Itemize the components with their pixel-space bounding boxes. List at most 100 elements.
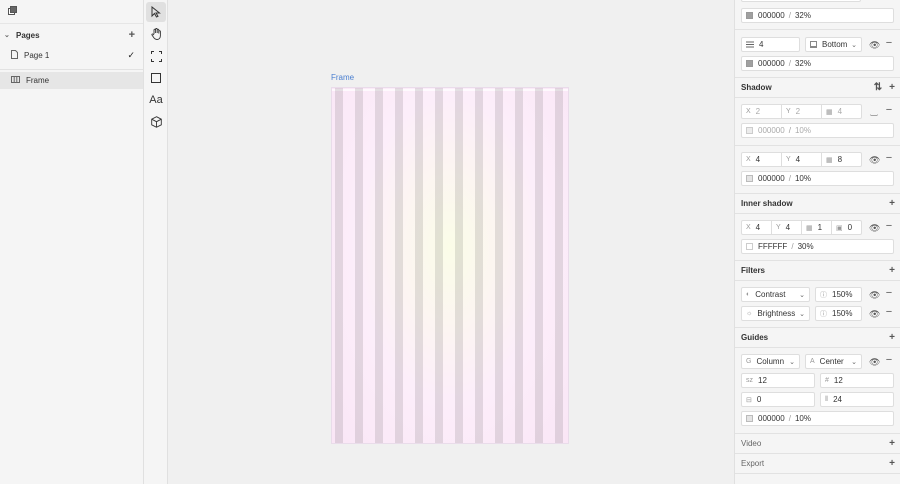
component-tool[interactable] bbox=[146, 112, 166, 132]
guide-type-select[interactable]: G Column ⌄ bbox=[741, 354, 800, 369]
eye-icon[interactable]: 👁 bbox=[869, 309, 880, 320]
add-video-icon[interactable]: + bbox=[889, 438, 895, 449]
chevron-down-icon[interactable]: ⌄ bbox=[4, 31, 12, 39]
inner-shadow-title: Inner shadow bbox=[741, 198, 793, 208]
color-swatch[interactable] bbox=[746, 243, 753, 250]
guide-column bbox=[535, 88, 543, 443]
eye-icon[interactable]: 👁 bbox=[869, 290, 880, 301]
filter-value-field[interactable]: ⓘ 150% bbox=[815, 287, 862, 302]
text-tool[interactable]: Aa bbox=[146, 90, 166, 110]
blur-icon: ▦ bbox=[806, 224, 813, 232]
guide-align-select[interactable]: A Center ⌄ bbox=[805, 354, 862, 369]
inner-shadow-x-value: 4 bbox=[755, 223, 761, 232]
hand-tool[interactable] bbox=[146, 24, 166, 44]
filter-value-field[interactable]: ⓘ 150% bbox=[815, 306, 862, 321]
remove-icon[interactable]: − bbox=[884, 37, 894, 49]
inner-shadow-blur-field[interactable]: ▦ 1 bbox=[801, 220, 832, 235]
guide-count-field[interactable]: # 12 bbox=[820, 373, 894, 388]
frame-tool[interactable] bbox=[146, 46, 166, 66]
color-swatch[interactable] bbox=[746, 12, 753, 19]
remove-icon[interactable]: − bbox=[884, 220, 894, 232]
eye-icon[interactable]: 👁 bbox=[869, 40, 880, 51]
shadow-y-field[interactable]: Y 2 bbox=[781, 104, 822, 119]
section-divider bbox=[735, 347, 900, 348]
shadow-x-field[interactable]: X 2 bbox=[741, 104, 782, 119]
shadow-title: Shadow bbox=[741, 82, 772, 92]
opacity-value: 30% bbox=[797, 242, 814, 251]
add-shadow-icon[interactable]: + bbox=[889, 82, 895, 93]
panel-topbar bbox=[0, 0, 143, 24]
guide-margin-value: 0 bbox=[756, 395, 762, 404]
eye-icon[interactable]: 👁 bbox=[869, 357, 880, 368]
shadow-y-value: 2 bbox=[795, 107, 801, 116]
opacity-value: 10% bbox=[794, 414, 811, 423]
color-hex: 000000 bbox=[758, 414, 785, 423]
inner-shadow-header: Inner shadow + bbox=[735, 194, 900, 212]
border-color-field[interactable]: 000000 / 32% bbox=[741, 8, 894, 23]
layer-item-frame[interactable]: Frame bbox=[0, 72, 143, 89]
add-inner-shadow-icon[interactable]: + bbox=[889, 198, 895, 209]
add-guide-icon[interactable]: + bbox=[889, 332, 895, 343]
remove-icon[interactable]: − bbox=[884, 306, 894, 318]
cursor-icon bbox=[151, 6, 161, 18]
chevron-down-icon: ⌄ bbox=[851, 358, 857, 366]
guide-color-field[interactable]: 000000 / 10% bbox=[741, 411, 894, 426]
frame-title[interactable]: Frame bbox=[331, 73, 354, 82]
remove-icon[interactable]: − bbox=[884, 104, 894, 116]
inner-shadow-spread-field[interactable]: ▣ 0 bbox=[831, 220, 862, 235]
export-title: Export bbox=[741, 458, 765, 468]
x-prefix: X bbox=[746, 224, 751, 231]
filter-type-select[interactable]: ☼ Brightness ⌄ bbox=[741, 306, 810, 321]
eye-closed-icon[interactable]: ‿ bbox=[869, 106, 879, 117]
shadow-blur-field[interactable]: ▦ 8 bbox=[821, 152, 862, 167]
filters-title: Filters bbox=[741, 265, 766, 275]
filter-type-value: Contrast bbox=[755, 290, 786, 299]
shadow-blur-field[interactable]: ▦ 4 bbox=[821, 104, 862, 119]
border-width-field[interactable]: 4 bbox=[741, 37, 800, 52]
opacity-value: 32% bbox=[794, 11, 811, 20]
slash: / bbox=[788, 126, 791, 135]
border-position-select[interactable]: Bottom ⌄ bbox=[805, 37, 862, 52]
add-page-icon[interactable]: + bbox=[129, 29, 135, 41]
frame[interactable] bbox=[331, 87, 569, 444]
panel-toggle-icon[interactable] bbox=[8, 6, 17, 17]
color-hex: 000000 bbox=[758, 11, 785, 20]
pages-header: ⌄ Pages + bbox=[0, 24, 143, 46]
guide-gutter-field[interactable]: ⦀ 24 bbox=[820, 392, 894, 407]
guide-size-field[interactable]: sz 12 bbox=[741, 373, 815, 388]
inner-shadow-y-value: 4 bbox=[785, 223, 791, 232]
inner-shadow-x-field[interactable]: X 4 bbox=[741, 220, 772, 235]
color-swatch[interactable] bbox=[746, 175, 753, 182]
inner-shadow-y-field[interactable]: Y 4 bbox=[771, 220, 802, 235]
remove-icon[interactable]: − bbox=[884, 287, 894, 299]
adjust-icon[interactable]: ⇅ bbox=[874, 82, 882, 93]
page-item[interactable]: Page 1 ✓ bbox=[0, 46, 143, 64]
video-title: Video bbox=[741, 438, 762, 448]
color-hex: 000000 bbox=[758, 59, 785, 68]
slash: / bbox=[788, 11, 791, 20]
add-export-icon[interactable]: + bbox=[889, 458, 895, 469]
color-swatch[interactable] bbox=[746, 415, 753, 422]
blur-icon: ▦ bbox=[826, 156, 833, 164]
shadow-x-field[interactable]: X 4 bbox=[741, 152, 782, 167]
canvas[interactable]: Frame bbox=[168, 0, 734, 484]
color-swatch[interactable] bbox=[746, 127, 753, 134]
add-filter-icon[interactable]: + bbox=[889, 265, 895, 276]
eye-icon[interactable]: 👁 bbox=[869, 155, 880, 166]
color-swatch[interactable] bbox=[746, 60, 753, 67]
shadow-y-field[interactable]: Y 4 bbox=[781, 152, 822, 167]
shadow-color-field[interactable]: 000000 / 10% bbox=[741, 171, 894, 186]
select-tool[interactable] bbox=[146, 2, 166, 22]
y-prefix: Y bbox=[786, 108, 791, 115]
eye-icon[interactable]: 👁 bbox=[869, 223, 880, 234]
remove-icon[interactable]: − bbox=[884, 354, 894, 366]
rectangle-tool[interactable] bbox=[146, 68, 166, 88]
filter-type-select[interactable]: ◐ Contrast ⌄ bbox=[741, 287, 810, 302]
border-color-field[interactable]: 000000 / 32% bbox=[741, 56, 894, 71]
brightness-icon: ☼ bbox=[746, 310, 753, 317]
remove-icon[interactable]: − bbox=[884, 152, 894, 164]
border-color-field[interactable] bbox=[741, 0, 861, 2]
guide-margin-field[interactable]: ⊟ 0 bbox=[741, 392, 815, 407]
shadow-color-field[interactable]: 000000 / 10% bbox=[741, 123, 894, 138]
inner-shadow-color-field[interactable]: FFFFFF / 30% bbox=[741, 239, 894, 254]
